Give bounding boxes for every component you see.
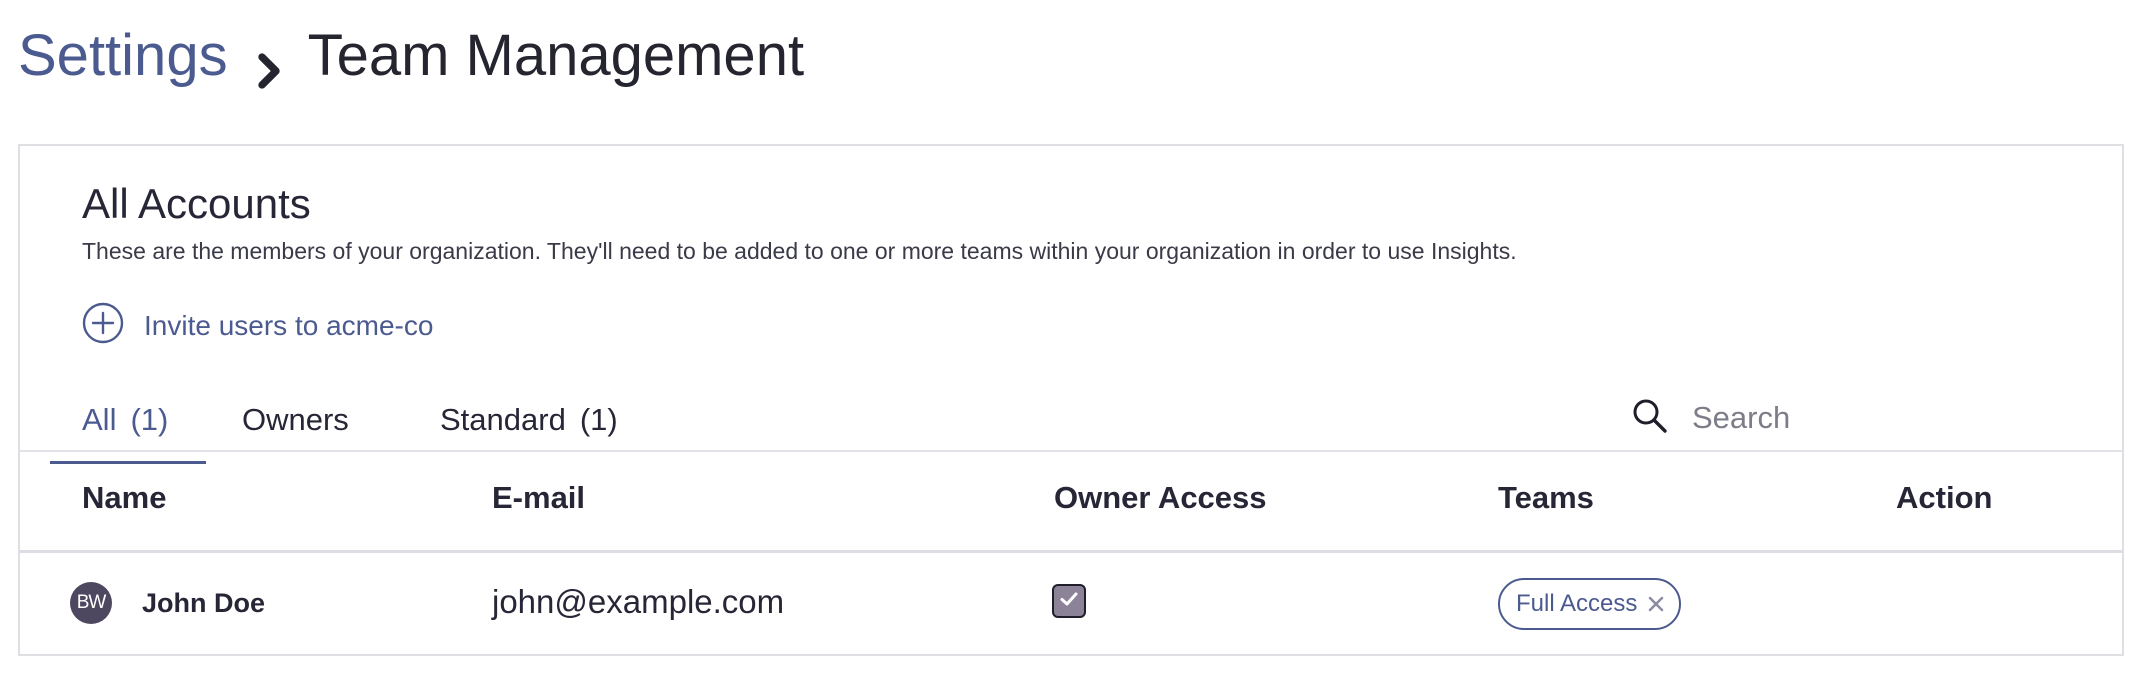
tab-label: All [82, 402, 117, 437]
user-email: john@example.com [492, 583, 785, 620]
divider [20, 550, 2122, 553]
all-accounts-panel: All Accounts These are the members of yo… [18, 144, 2124, 656]
breadcrumb: Settings Team Management [18, 18, 804, 94]
column-header-name: Name [82, 480, 167, 515]
team-chip: Full Access [1498, 578, 1682, 630]
close-icon[interactable] [1647, 595, 1665, 613]
page-title: Team Management [307, 23, 805, 88]
column-header-action: Action [1896, 480, 1993, 515]
search-input[interactable] [1692, 400, 2072, 436]
chevron-right-icon [248, 35, 290, 89]
tab-count: (1) [130, 402, 169, 437]
divider [20, 450, 2122, 452]
team-chip-label: Full Access [1516, 590, 1638, 617]
invite-users-label: Invite users to acme-co [144, 309, 434, 341]
tab-count: (1) [579, 402, 618, 437]
search-icon[interactable] [1630, 396, 1670, 441]
column-header-owner-access: Owner Access [1054, 480, 1267, 515]
plus-circle-icon [82, 302, 124, 349]
column-header-email: E-mail [492, 480, 586, 515]
tab-label: Owners [242, 402, 349, 437]
user-name: John Doe [142, 588, 266, 618]
search-box [1630, 382, 2110, 454]
avatar: BW [70, 582, 112, 624]
invite-users-button[interactable]: Invite users to acme-co [82, 302, 433, 349]
checkmark-icon [1058, 588, 1080, 615]
owner-access-checkbox[interactable] [1052, 584, 1086, 618]
panel-title: All Accounts [82, 180, 311, 227]
panel-description: These are the members of your organizati… [82, 238, 1517, 264]
column-header-teams: Teams [1498, 480, 1594, 515]
tab-label: Standard [440, 402, 566, 437]
breadcrumb-settings-link[interactable]: Settings [18, 18, 228, 94]
